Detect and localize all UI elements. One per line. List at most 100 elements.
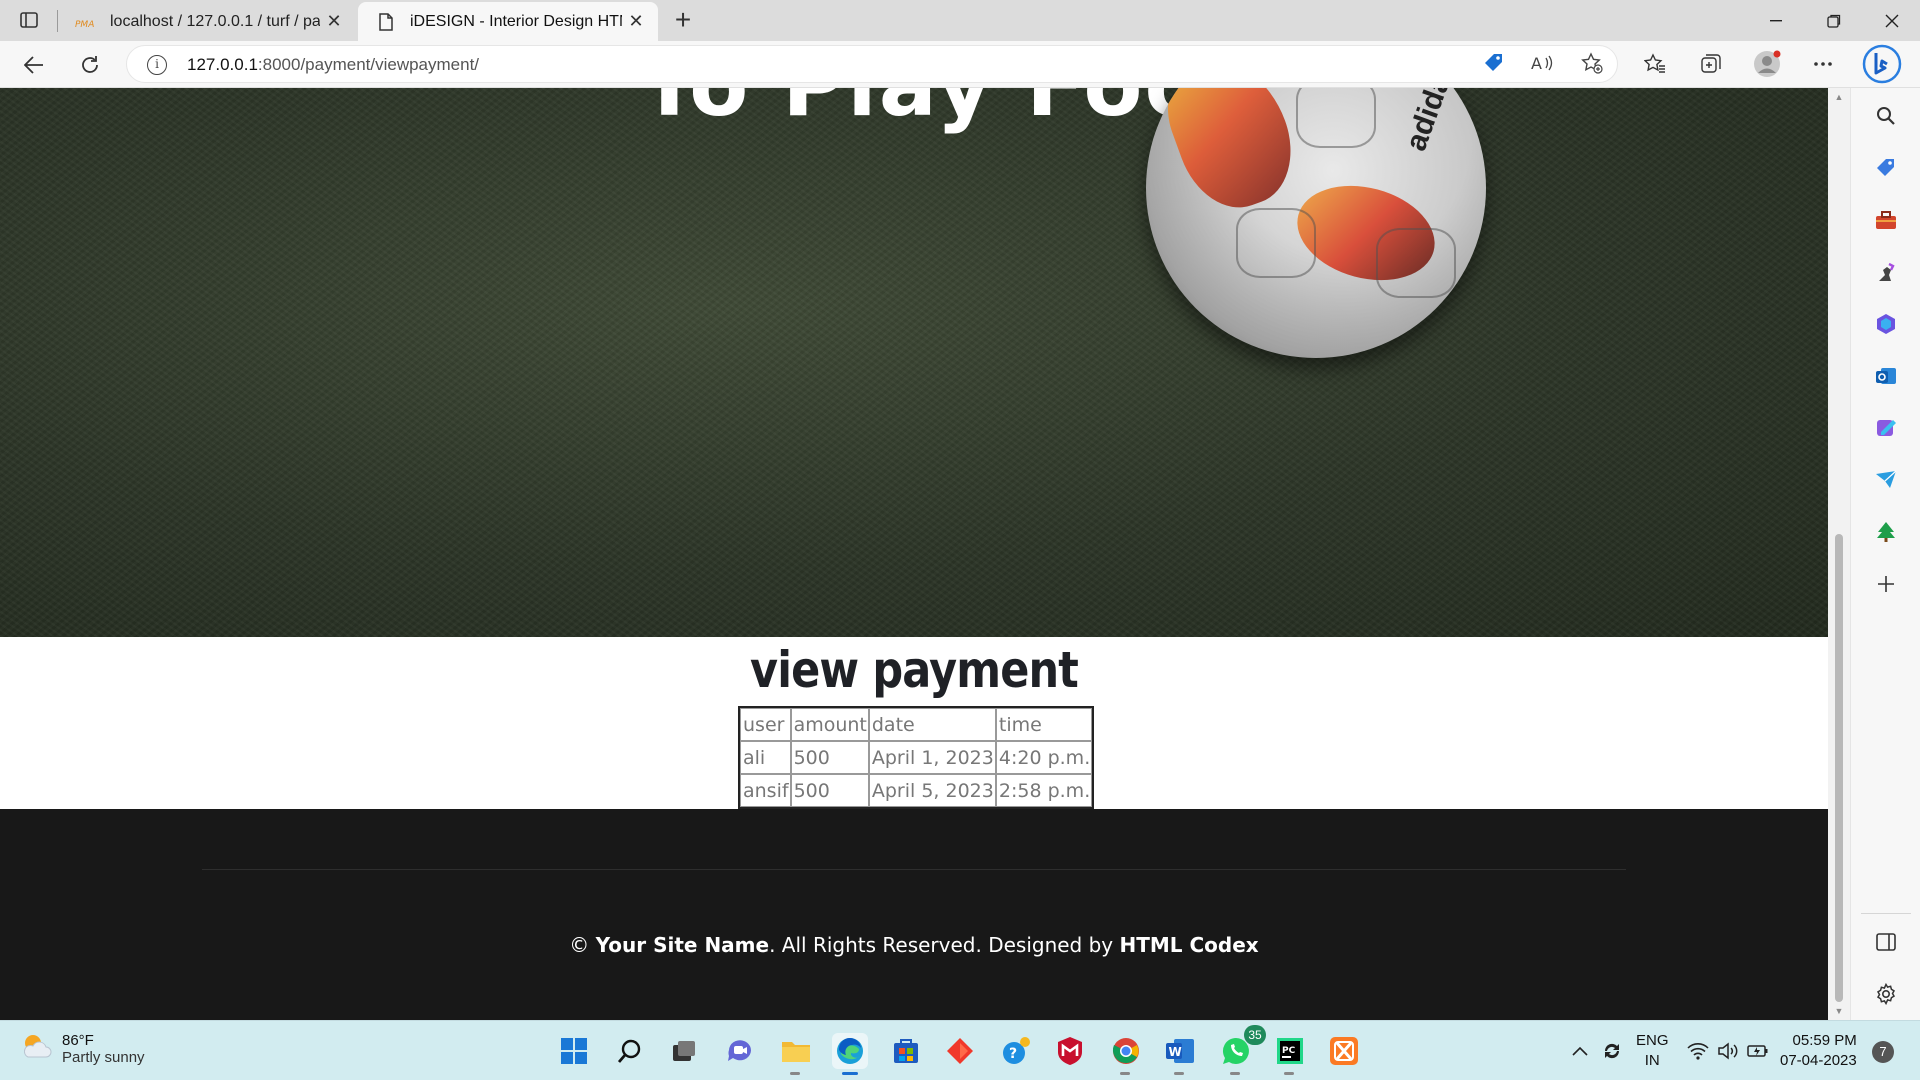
bing-copilot-icon[interactable] — [1862, 44, 1902, 84]
battery-charging-icon[interactable] — [1744, 1033, 1772, 1069]
word-icon[interactable]: W — [1162, 1033, 1198, 1075]
close-window-icon[interactable] — [1864, 0, 1920, 41]
tab-actions-icon[interactable] — [14, 8, 44, 32]
language-code: ENG — [1636, 1032, 1669, 1049]
table-cell: ansif — [740, 774, 791, 807]
football-image: adidas — [1146, 88, 1486, 358]
wifi-icon[interactable] — [1684, 1033, 1712, 1069]
designer-icon[interactable] — [1872, 414, 1900, 442]
add-icon[interactable] — [1872, 570, 1900, 598]
designer-link[interactable]: HTML Codex — [1120, 933, 1259, 957]
scroll-thumb[interactable] — [1835, 534, 1843, 1002]
whatsapp-unread-badge: 35 — [1244, 1025, 1266, 1045]
table-header-row: user amount date time — [740, 708, 1093, 741]
new-tab-button[interactable]: + — [666, 4, 700, 38]
sync-icon[interactable] — [1598, 1033, 1626, 1069]
office-diamond-icon[interactable] — [942, 1033, 978, 1069]
tab-title: localhost / 127.0.0.1 / turf / paym — [110, 12, 320, 30]
close-tab-icon[interactable]: ✕ — [320, 11, 348, 32]
favorites-icon[interactable] — [1638, 47, 1672, 81]
minimize-icon[interactable] — [1748, 0, 1804, 41]
close-tab-icon[interactable]: ✕ — [622, 11, 650, 32]
weather-widget[interactable]: 86°F Partly sunny — [20, 1031, 145, 1066]
refresh-icon[interactable] — [72, 47, 108, 83]
get-help-icon[interactable]: ? — [998, 1033, 1034, 1069]
add-favorite-icon[interactable] — [1581, 51, 1603, 79]
file-explorer-icon[interactable] — [778, 1033, 814, 1075]
mcafee-icon[interactable] — [1052, 1033, 1088, 1069]
tab-phpmyadmin[interactable]: PMA localhost / 127.0.0.1 / turf / paym … — [58, 2, 356, 41]
url-host: 127.0.0.1 — [187, 55, 258, 74]
search-icon[interactable] — [1872, 102, 1900, 130]
svg-text:PMA: PMA — [75, 20, 94, 29]
table-cell: ali — [740, 741, 791, 774]
clock-date: 07-04-2023 — [1780, 1052, 1857, 1069]
sidebar-panel-icon[interactable] — [1872, 928, 1900, 956]
tab-title: iDESIGN - Interior Design HTML — [410, 12, 622, 30]
svg-text:?: ? — [1009, 1046, 1017, 1062]
payment-section: view payment user amount date time ali 5… — [0, 637, 1828, 809]
copyright-text: © Your Site Name. All Rights Reserved. D… — [0, 933, 1828, 957]
column-header-date: date — [868, 708, 996, 741]
system-clock[interactable]: 05:59 PM 07-04-2023 — [1780, 1031, 1857, 1071]
teams-chat-icon[interactable] — [722, 1033, 758, 1069]
show-hidden-icons-chevron-icon[interactable] — [1568, 1033, 1592, 1069]
scroll-up-icon[interactable]: ▲ — [1834, 92, 1844, 102]
settings-gear-icon[interactable] — [1872, 980, 1900, 1008]
task-view-icon[interactable] — [666, 1033, 702, 1069]
outlook-icon[interactable] — [1872, 362, 1900, 390]
phpmyadmin-icon: PMA — [72, 15, 100, 29]
region-code: IN — [1644, 1052, 1660, 1069]
windows-start-icon[interactable] — [556, 1033, 592, 1069]
notification-count-badge[interactable]: 7 — [1872, 1041, 1894, 1063]
tab-strip: PMA localhost / 127.0.0.1 / turf / paym … — [0, 0, 1920, 41]
send-icon[interactable] — [1872, 466, 1900, 494]
search-icon[interactable] — [612, 1033, 648, 1069]
page-scrollbar[interactable]: ▲ ▼ — [1828, 88, 1850, 1020]
chrome-icon[interactable] — [1108, 1033, 1144, 1075]
ball-brand-logo: adidas — [1399, 88, 1463, 156]
profile-avatar-icon[interactable] — [1750, 47, 1784, 81]
address-bar[interactable]: i 127.0.0.1:8000/payment/viewpayment/ A — [126, 45, 1618, 83]
url-path: :8000/payment/viewpayment/ — [257, 55, 480, 74]
tree-icon[interactable] — [1872, 518, 1900, 546]
clock-time: 05:59 PM — [1792, 1032, 1857, 1049]
more-options-icon[interactable] — [1806, 47, 1840, 81]
table-cell: 4:20 p.m. — [995, 741, 1093, 774]
collections-icon[interactable] — [1694, 47, 1728, 81]
footer-divider — [202, 869, 1626, 870]
read-aloud-icon[interactable]: A — [1531, 53, 1555, 78]
games-icon[interactable] — [1872, 258, 1900, 286]
xampp-icon[interactable] — [1326, 1033, 1362, 1069]
site-name-link[interactable]: Your Site Name — [596, 933, 769, 957]
tools-icon[interactable] — [1872, 206, 1900, 234]
language-indicator[interactable]: ENG IN — [1636, 1031, 1669, 1071]
column-header-user: user — [740, 708, 791, 741]
table-cell: 2:58 p.m. — [995, 774, 1093, 807]
url-text[interactable]: 127.0.0.1:8000/payment/viewpayment/ — [187, 55, 479, 75]
navigation-bar: i 127.0.0.1:8000/payment/viewpayment/ A — [0, 41, 1920, 88]
pycharm-icon[interactable]: PC — [1272, 1033, 1308, 1075]
table-row: ali 500 April 1, 2023 4:20 p.m. — [740, 741, 1093, 774]
site-info-icon[interactable]: i — [147, 55, 167, 75]
restore-icon[interactable] — [1806, 0, 1862, 41]
tab-idesign[interactable]: iDESIGN - Interior Design HTML ✕ — [358, 2, 658, 41]
svg-text:PC: PC — [1282, 1046, 1296, 1056]
shopping-icon[interactable] — [1872, 154, 1900, 182]
office-icon[interactable] — [1872, 310, 1900, 338]
edge-browser-icon[interactable] — [832, 1033, 868, 1075]
table-cell: April 5, 2023 — [868, 774, 996, 807]
windows-taskbar: 86°F Partly sunny ? W 35 PC ENG IN 05:59 … — [0, 1020, 1920, 1080]
column-header-amount: amount — [790, 708, 869, 741]
svg-text:W: W — [1169, 1045, 1182, 1059]
back-icon[interactable] — [16, 47, 52, 83]
whatsapp-icon[interactable]: 35 — [1218, 1025, 1266, 1075]
site-footer: © Your Site Name. All Rights Reserved. D… — [0, 809, 1828, 1020]
microsoft-store-icon[interactable] — [888, 1033, 924, 1069]
rights-text: . All Rights Reserved. Designed by — [769, 933, 1120, 957]
svg-text:A: A — [1531, 54, 1542, 73]
shopping-tag-icon[interactable] — [1483, 52, 1505, 79]
table-row: ansif 500 April 5, 2023 2:58 p.m. — [740, 774, 1093, 807]
volume-icon[interactable] — [1714, 1033, 1742, 1069]
scroll-down-icon[interactable]: ▼ — [1834, 1006, 1844, 1016]
